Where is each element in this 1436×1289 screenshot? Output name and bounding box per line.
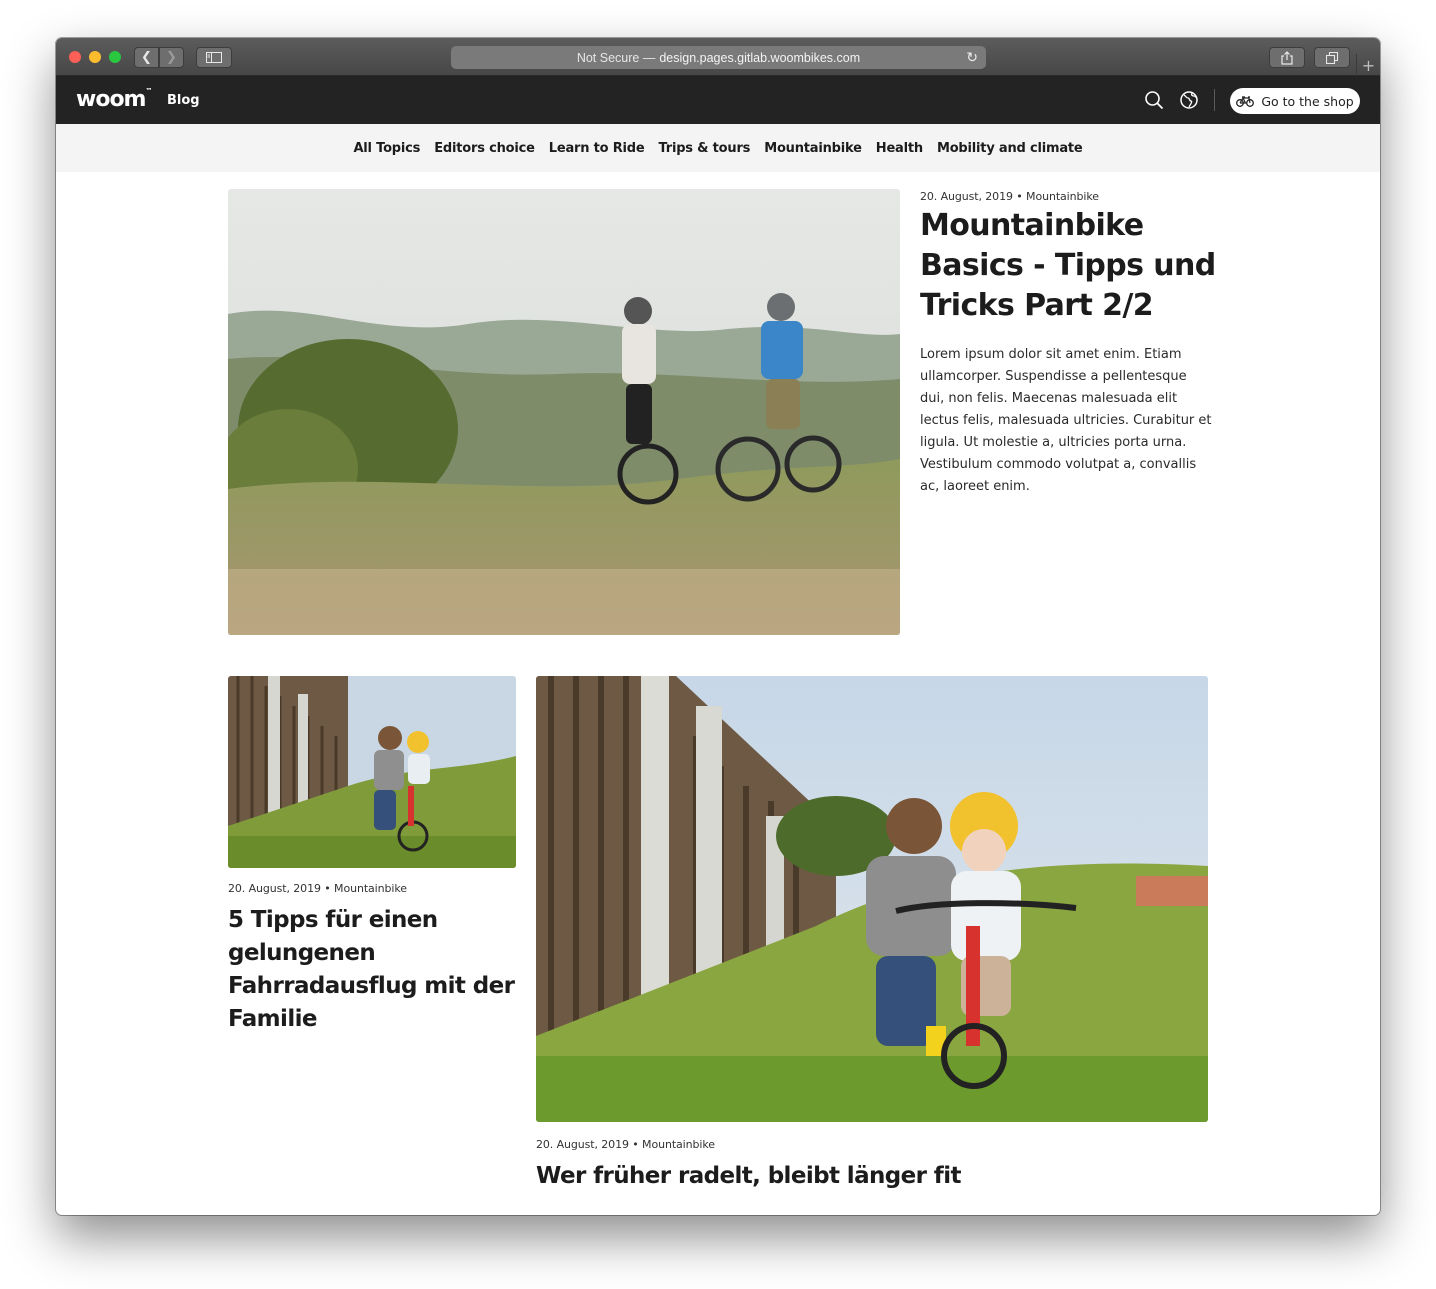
- bike-icon: [1236, 95, 1255, 107]
- category-nav: All Topics Editors choice Learn to Ride …: [56, 124, 1380, 172]
- logo-trademark: ™: [145, 87, 153, 95]
- share-icon: [1281, 50, 1293, 65]
- hero-article-image[interactable]: [228, 189, 900, 635]
- sidebar-toggle-button[interactable]: [196, 47, 232, 68]
- category-mountainbike[interactable]: Mountainbike: [764, 141, 862, 156]
- article-card-meta: 20. August, 2019 • Mountainbike: [536, 1138, 715, 1151]
- browser-toolbar: ❮ ❯ Not Secure — design.pages.gitlab.woo…: [56, 38, 1380, 76]
- globe-icon[interactable]: [1179, 90, 1199, 110]
- category-learn-to-ride[interactable]: Learn to Ride: [549, 141, 645, 156]
- woom-logo[interactable]: woom™: [76, 87, 152, 112]
- header-divider: [1214, 89, 1215, 111]
- zoom-window-button[interactable]: [109, 51, 121, 63]
- category-editors-choice[interactable]: Editors choice: [434, 141, 535, 156]
- category-health[interactable]: Health: [876, 141, 923, 156]
- logo-text: woom: [76, 87, 146, 112]
- blog-label: Blog: [167, 93, 200, 108]
- article-card-title[interactable]: Wer früher radelt, bleibt länger fit: [536, 1160, 1208, 1193]
- close-window-button[interactable]: [69, 51, 81, 63]
- category-mobility-climate[interactable]: Mobility and climate: [937, 141, 1083, 156]
- sidebar-icon: [206, 52, 222, 63]
- article-card-meta: 20. August, 2019 • Mountainbike: [228, 882, 407, 895]
- minimize-window-button[interactable]: [89, 51, 101, 63]
- chevron-right-icon: ❯: [166, 50, 177, 65]
- address-bar[interactable]: Not Secure — design.pages.gitlab.woombik…: [451, 46, 986, 69]
- shop-button-label: Go to the shop: [1261, 93, 1354, 109]
- category-trips-tours[interactable]: Trips & tours: [659, 141, 751, 156]
- hero-article-excerpt: Lorem ipsum dolor sit amet enim. Etiam u…: [920, 347, 1212, 494]
- tabs-icon: [1325, 51, 1338, 64]
- article-card-image[interactable]: [536, 676, 1208, 1122]
- search-icon[interactable]: [1144, 90, 1164, 110]
- tab-overview-button[interactable]: [1314, 47, 1350, 68]
- browser-window: ❮ ❯ Not Secure — design.pages.gitlab.woo…: [56, 38, 1380, 1215]
- hero-article-title[interactable]: Mountainbike Basics - Tipps und Tricks P…: [920, 206, 1220, 326]
- go-to-shop-button[interactable]: Go to the shop: [1230, 88, 1360, 114]
- new-tab-button[interactable]: +: [1356, 54, 1380, 76]
- category-all-topics[interactable]: All Topics: [353, 141, 420, 156]
- article-card-image[interactable]: [228, 676, 516, 868]
- forward-button[interactable]: ❯: [159, 47, 184, 68]
- reload-icon[interactable]: ↻: [966, 49, 978, 66]
- chevron-left-icon: ❮: [141, 50, 152, 65]
- url-domain: design.pages.gitlab.woombikes.com: [659, 50, 861, 65]
- site-header: woom™ Blog Go to the shop: [56, 76, 1380, 124]
- article-card-title[interactable]: 5 Tipps für einen gelungenen Fahrradausf…: [228, 904, 518, 1036]
- back-button[interactable]: ❮: [134, 47, 159, 68]
- share-button[interactable]: [1269, 47, 1305, 68]
- security-label: Not Secure —: [576, 50, 656, 65]
- hero-article-meta: 20. August, 2019 • Mountainbike: [920, 190, 1099, 203]
- plus-icon: +: [1361, 55, 1376, 75]
